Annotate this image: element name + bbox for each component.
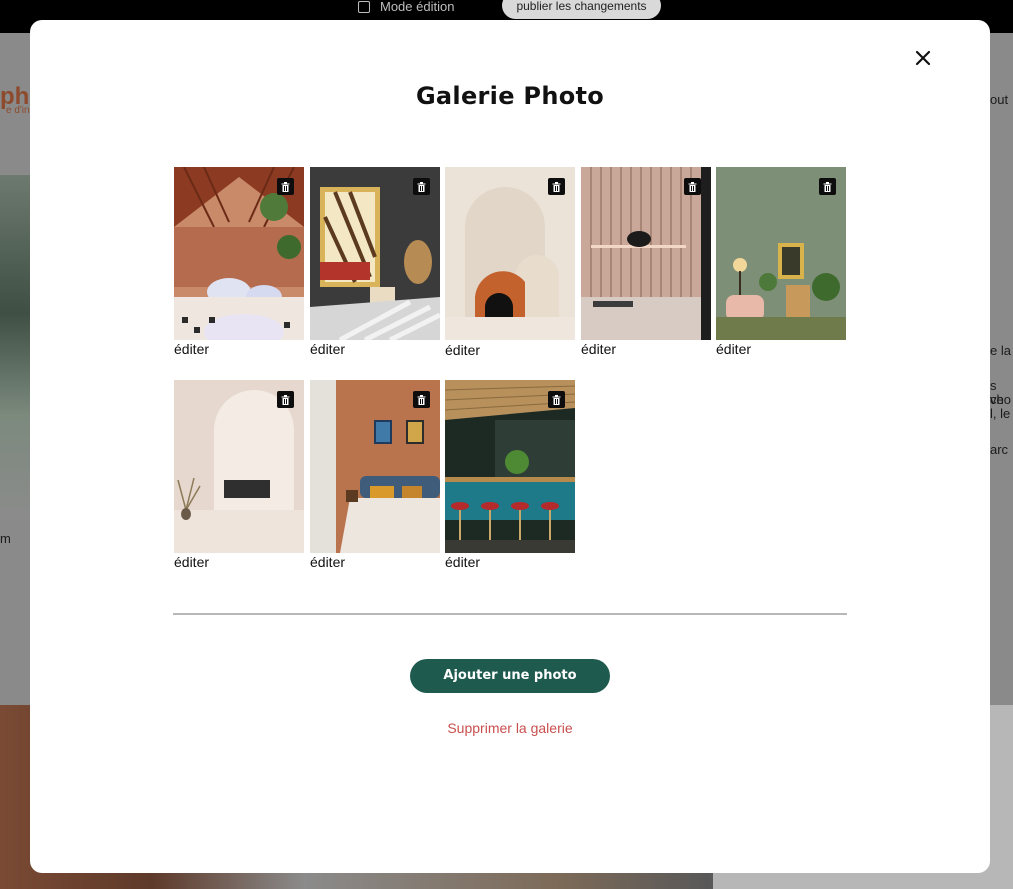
gallery-photo-card: éditer: [581, 167, 711, 358]
edit-photo-link[interactable]: éditer: [174, 554, 304, 571]
background-text: l, le: [990, 406, 1011, 421]
delete-photo-button[interactable]: [684, 178, 701, 195]
trash-icon: [552, 394, 561, 405]
edit-photo-link[interactable]: éditer: [716, 341, 846, 358]
close-button[interactable]: [912, 47, 934, 69]
publish-changes-button[interactable]: publier les changements: [502, 0, 661, 19]
edit-photo-link[interactable]: éditer: [445, 554, 575, 571]
background-text: e la: [990, 343, 1011, 358]
close-icon: [915, 50, 931, 66]
trash-icon: [552, 181, 561, 192]
delete-photo-button[interactable]: [277, 178, 294, 195]
add-photo-button[interactable]: Ajouter une photo: [410, 659, 610, 693]
photo-thumbnail[interactable]: [174, 380, 304, 553]
delete-photo-button[interactable]: [277, 391, 294, 408]
background-edit-link: m: [0, 531, 11, 546]
trash-icon: [281, 181, 290, 192]
gallery-photo-card: éditer: [174, 167, 304, 358]
delete-photo-button[interactable]: [548, 391, 565, 408]
photo-thumbnail[interactable]: [445, 380, 575, 553]
edit-photo-link[interactable]: éditer: [445, 342, 575, 359]
delete-photo-button[interactable]: [548, 178, 565, 195]
edit-mode-label: Mode édition: [380, 0, 455, 14]
trash-icon: [417, 181, 426, 192]
gallery-photo-card: éditer: [310, 380, 440, 571]
trash-icon: [823, 181, 832, 192]
edit-mode-indicator: Mode édition: [358, 0, 454, 14]
edit-photo-link[interactable]: éditer: [310, 341, 440, 358]
gallery-photo-card: éditer: [445, 380, 575, 571]
photo-thumbnail[interactable]: [310, 167, 440, 340]
edit-photo-link[interactable]: éditer: [310, 554, 440, 571]
gallery-photo-card: éditer: [310, 167, 440, 358]
edit-photo-link[interactable]: éditer: [581, 341, 711, 358]
background-text: cho: [990, 392, 1011, 407]
gallery-photo-card: éditer: [174, 380, 304, 571]
background-photo: [0, 175, 30, 520]
trash-icon: [688, 181, 697, 192]
delete-photo-button[interactable]: [413, 391, 430, 408]
background-text: arc: [990, 442, 1009, 457]
delete-photo-button[interactable]: [819, 178, 836, 195]
photo-thumbnail[interactable]: [716, 167, 846, 340]
edit-photo-link[interactable]: éditer: [174, 341, 304, 358]
trash-icon: [417, 394, 426, 405]
background-text: out: [990, 92, 1009, 107]
photo-gallery-modal: Galerie Photo éditer éditer éditer édite…: [30, 20, 990, 873]
trash-icon: [281, 394, 290, 405]
gallery-photo-card: éditer: [716, 167, 846, 358]
modal-title: Galerie Photo: [415, 82, 605, 110]
divider: [173, 613, 847, 615]
photo-thumbnail[interactable]: [174, 167, 304, 340]
delete-photo-button[interactable]: [413, 178, 430, 195]
photo-thumbnail[interactable]: [581, 167, 711, 340]
site-tagline: e d'in: [6, 105, 30, 116]
photo-thumbnail[interactable]: [445, 167, 575, 341]
gallery-photo-card: éditer: [445, 167, 575, 359]
delete-gallery-link[interactable]: Supprimer la galerie: [30, 720, 990, 736]
photo-thumbnail[interactable]: [310, 380, 440, 553]
pencil-icon: [358, 1, 370, 13]
